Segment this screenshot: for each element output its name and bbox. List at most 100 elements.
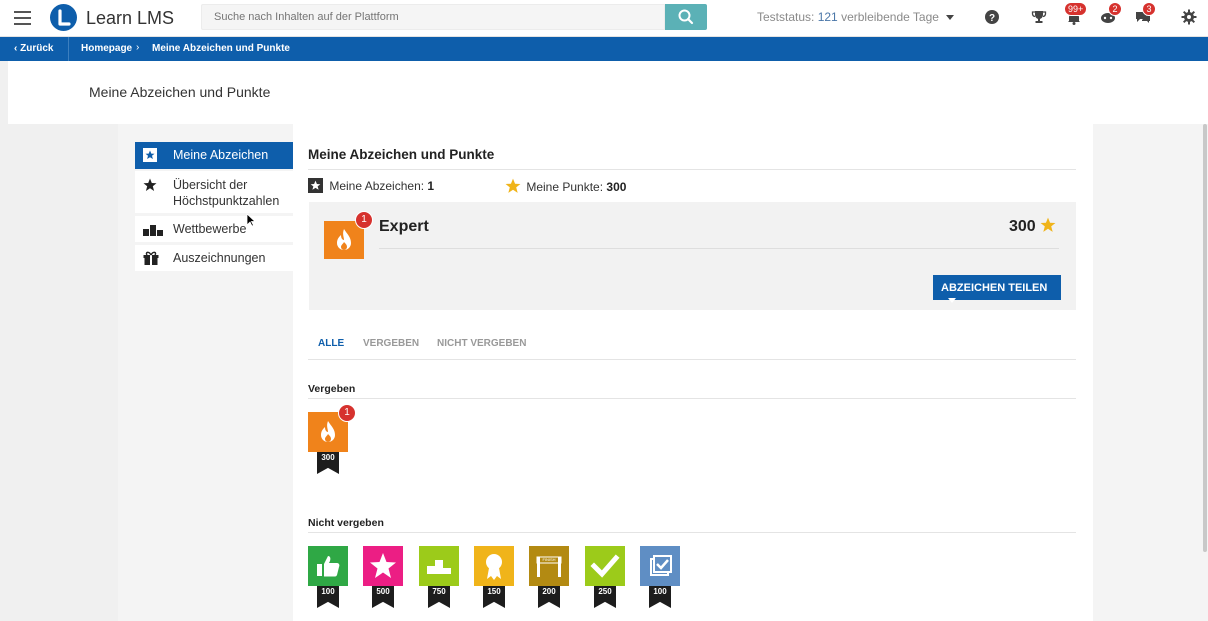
badge-item[interactable]: 250 [585,546,625,610]
star-icon [143,178,157,191]
my-points-count: 300 [606,180,627,194]
logo-icon[interactable] [50,4,77,31]
badge-points: 500 [376,587,390,596]
badge-points: 150 [487,587,501,596]
svg-text:?: ? [989,13,995,24]
notifications-icon[interactable]: 99+ [1064,2,1088,27]
badge-item[interactable]: 150 [474,546,514,610]
trial-label: Teststatus: [757,10,815,24]
medal-icon [474,546,514,586]
badge-points: 750 [432,587,446,596]
divider [379,248,1059,249]
breadcrumb-home-link[interactable]: Homepage [81,43,132,54]
divider [308,532,1076,533]
page-header: Meine Abzeichen und Punkte [8,61,1208,124]
badge-count-dot: 1 [338,404,356,422]
tab-not-awarded[interactable]: NICHT VERGEBEN [437,338,526,349]
brand-name[interactable]: Learn LMS [86,8,174,29]
cursor-icon [246,213,256,227]
sidebar-item-contests[interactable]: Wettbewerbe [135,216,293,242]
checklist-icon [640,546,680,586]
top-bar: Learn LMS Teststatus: 121 verbleibende T… [0,0,1208,37]
sidebar-item-my-badges[interactable]: Meine Abzeichen [135,142,293,169]
finish-label: FINISH [542,557,556,562]
divider [308,359,1076,360]
star-icon [1040,217,1056,232]
messages-icon[interactable]: 3 [1135,2,1156,27]
breadcrumb-divider [68,37,69,61]
sidebar-item-label: Wettbewerbe [173,222,247,236]
badge-points: 100 [653,587,667,596]
chevron-down-icon [948,297,956,303]
star-icon [505,178,521,193]
not-awarded-heading: Nicht vergeben [308,517,384,529]
finish-line-icon: FINISH [529,546,569,586]
sidebar: Meine Abzeichen Übersicht der Höchstpunk… [118,124,293,621]
messages-badge: 3 [1142,2,1156,16]
tab-awarded[interactable]: VERGEBEN [363,338,419,349]
badge-item[interactable]: 500 [363,546,403,610]
section-title: Meine Abzeichen und Punkte [308,147,495,162]
gift-icon [143,251,159,265]
main-content: Meine Abzeichen und Punkte Meine Abzeich… [293,124,1093,621]
featured-badge-card: 1 Expert 300 ABZEICHEN TEILEN [309,202,1076,310]
sidebar-item-label: Meine Abzeichen [173,148,269,162]
awarded-heading: Vergeben [308,383,356,395]
badge-points: 200 [542,587,556,596]
share-badge-label: ABZEICHEN TEILEN [941,282,1048,294]
badge-points: 300 [1009,217,1056,236]
right-gutter [1093,124,1208,621]
social-icon[interactable]: 2 [1100,2,1122,27]
social-badge: 2 [1108,2,1122,16]
star-icon [363,546,403,586]
my-points-stat: Meine Punkte: 300 [505,178,626,194]
star-square-icon [143,148,157,162]
check-icon [585,546,625,586]
podium-icon [419,546,459,586]
divider [308,398,1076,399]
thumbs-up-icon [308,546,348,586]
divider [308,169,1076,170]
page-title: Meine Abzeichen und Punkte [89,84,271,100]
share-badge-button[interactable]: ABZEICHEN TEILEN [933,275,1061,303]
badge-item[interactable]: 100 [308,546,348,610]
sidebar-item-label: Übersicht der Höchstpunktzahlen [173,178,280,208]
back-button[interactable]: ‹ Zurück [14,43,53,54]
chevron-left-icon: ‹ [14,43,18,54]
search-input[interactable] [201,4,665,30]
badge-item[interactable]: 750 [419,546,459,610]
my-badges-count: 1 [427,179,435,193]
badge-points-value: 300 [1009,218,1036,235]
sidebar-item-label: Auszeichnungen [173,251,266,265]
podium-icon [143,225,163,236]
back-label: Zurück [20,43,54,54]
menu-icon[interactable] [14,11,31,25]
search-icon [678,9,694,25]
badge-item[interactable]: 100 [640,546,680,610]
help-icon[interactable]: ? [984,9,1002,27]
badge-item[interactable]: 1 300 [308,404,356,476]
my-points-label: Meine Punkte: [526,180,604,194]
trial-suffix: verbleibende Tage [841,10,939,24]
chevron-down-icon [946,15,955,21]
scrollbar[interactable] [1203,124,1207,552]
sidebar-item-leaderboard[interactable]: Übersicht der Höchstpunktzahlen [135,171,293,213]
notifications-badge: 99+ [1064,2,1088,16]
badge-points: 300 [321,453,335,462]
gear-icon[interactable] [1181,9,1199,27]
my-badges-stat: Meine Abzeichen: 1 [308,178,434,193]
trial-status[interactable]: Teststatus: 121 verbleibende Tage [757,10,955,24]
badge-name: Expert [379,218,429,235]
badge-points: 250 [598,587,612,596]
breadcrumb-current: Meine Abzeichen und Punkte [152,43,290,54]
trophy-icon[interactable] [1031,9,1049,27]
sidebar-item-awards[interactable]: Auszeichnungen [135,245,293,271]
badge-points: 100 [321,587,335,596]
breadcrumb: ‹ Zurück Homepage › Meine Abzeichen und … [0,37,1208,61]
search-button[interactable] [665,4,707,30]
badge-item[interactable]: FINISH 200 [529,546,569,610]
trial-days: 121 [817,10,838,24]
star-square-icon [308,178,323,193]
tab-all[interactable]: ALLE [318,338,344,349]
badge-count-dot: 1 [355,211,373,229]
